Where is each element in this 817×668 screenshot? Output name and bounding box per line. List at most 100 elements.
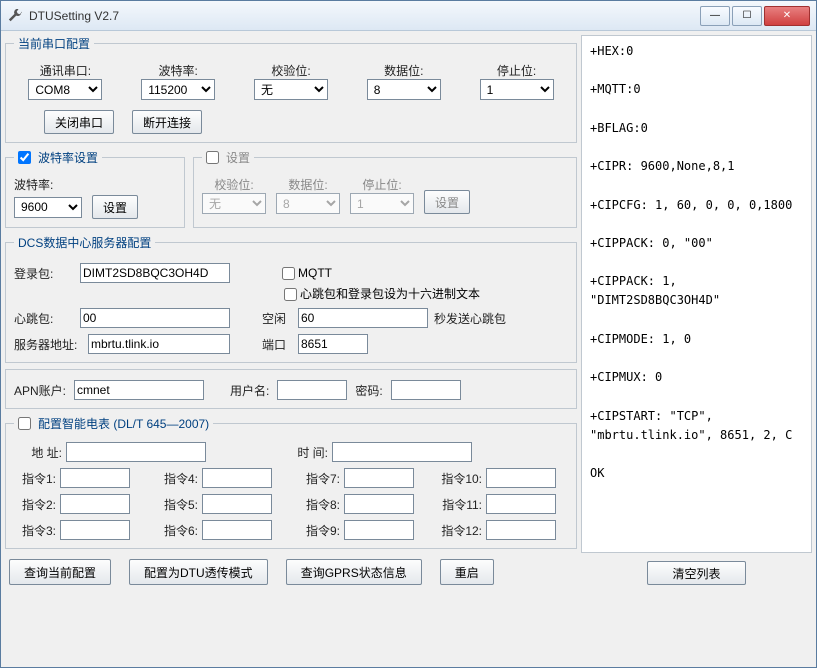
meter-addr-input[interactable] [66, 442, 206, 462]
meter-cmd-input-2[interactable] [60, 494, 130, 514]
heart-input[interactable] [80, 308, 230, 328]
close-serial-button[interactable]: 关闭串口 [44, 110, 114, 134]
meter-cmd-input-12[interactable] [486, 520, 556, 540]
meter-cmd-input-9[interactable] [344, 520, 414, 540]
meter-cmd-input-5[interactable] [202, 494, 272, 514]
meter-cmd-input-7[interactable] [344, 468, 414, 488]
meter-cmd-input-3[interactable] [60, 520, 130, 540]
meter-cmd-input-8[interactable] [344, 494, 414, 514]
stop-label: 停止位: [497, 62, 536, 79]
meter-cmd-label-12: 指令12: [440, 522, 482, 539]
titlebar: DTUSetting V2.7 — ☐ ✕ [1, 1, 816, 31]
clear-list-button[interactable]: 清空列表 [647, 561, 745, 585]
heart-label: 心跳包: [14, 310, 74, 327]
window-title: DTUSetting V2.7 [29, 9, 698, 23]
baud-set-group: 波特率设置 波特率: 9600 设置 [5, 149, 185, 228]
com-select[interactable]: COM8 [28, 79, 102, 100]
other-set-group: 设置 校验位: 无 数据位: 8 停止位: 1 设置 [193, 149, 577, 228]
apn-user-input[interactable] [277, 380, 347, 400]
meter-cmd-label-1: 指令1: [14, 470, 56, 487]
apn-group: APN账户: 用户名: 密码: [5, 369, 577, 409]
wrench-icon [7, 8, 23, 24]
login-label: 登录包: [14, 265, 74, 282]
data-label: 数据位: [384, 62, 423, 79]
meter-cmd-11: 指令11: [440, 494, 568, 514]
dcs-legend: DCS数据中心服务器配置 [14, 234, 155, 251]
meter-cmd-label-4: 指令4: [156, 470, 198, 487]
meter-cmd-label-3: 指令3: [14, 522, 56, 539]
meter-group: 配置智能电表 (DL/T 645—2007) 地 址: 时 间: 指令1:指令4… [5, 415, 577, 549]
apn-acct-input[interactable] [74, 380, 204, 400]
baudset-select[interactable]: 9600 [14, 197, 82, 218]
idle-suffix: 秒发送心跳包 [434, 310, 494, 327]
other-set-checkbox[interactable] [206, 151, 219, 164]
meter-cmd-9: 指令9: [298, 520, 426, 540]
baud-set-legend[interactable]: 波特率设置 [18, 149, 98, 166]
baudset-button[interactable]: 设置 [92, 195, 138, 219]
hex-checkbox-label[interactable]: 心跳包和登录包设为十六进制文本 [284, 285, 480, 302]
meter-cmd-input-1[interactable] [60, 468, 130, 488]
meter-cmd-label-9: 指令9: [298, 522, 340, 539]
meter-cmd-label-2: 指令2: [14, 496, 56, 513]
meter-legend[interactable]: 配置智能电表 (DL/T 645—2007) [18, 415, 209, 432]
meter-checkbox[interactable] [18, 417, 31, 430]
baud-set-checkbox[interactable] [18, 151, 31, 164]
query-gprs-button[interactable]: 查询GPRS状态信息 [286, 559, 422, 585]
meter-cmd-4: 指令4: [156, 468, 284, 488]
stop-select[interactable]: 1 [480, 79, 554, 100]
meter-cmd-label-6: 指令6: [156, 522, 198, 539]
maximize-button[interactable]: ☐ [732, 6, 762, 26]
meter-cmd-3: 指令3: [14, 520, 142, 540]
apn-pwd-input[interactable] [391, 380, 461, 400]
other-set-legend[interactable]: 设置 [206, 149, 250, 166]
data-select[interactable]: 8 [367, 79, 441, 100]
disconnect-button[interactable]: 断开连接 [132, 110, 202, 134]
port-label: 端口 [262, 336, 292, 353]
meter-cmd-input-6[interactable] [202, 520, 272, 540]
other-data-select: 8 [276, 193, 340, 214]
log-output: +HEX:0 +MQTT:0 +BFLAG:0 +CIPR: 9600,None… [581, 35, 812, 553]
login-input[interactable] [80, 263, 230, 283]
parity-label: 校验位: [271, 62, 310, 79]
meter-time-input[interactable] [332, 442, 472, 462]
close-button[interactable]: ✕ [764, 6, 810, 26]
meter-cmd-label-7: 指令7: [298, 470, 340, 487]
meter-cmd-6: 指令6: [156, 520, 284, 540]
reboot-button[interactable]: 重启 [440, 559, 494, 585]
meter-cmd-label-5: 指令5: [156, 496, 198, 513]
apn-acct-label: APN账户: [14, 382, 66, 399]
server-input[interactable] [88, 334, 230, 354]
dtu-mode-button[interactable]: 配置为DTU透传模式 [129, 559, 268, 585]
meter-cmd-input-10[interactable] [486, 468, 556, 488]
meter-cmd-label-11: 指令11: [440, 496, 482, 513]
apn-pwd-label: 密码: [355, 382, 382, 399]
meter-cmd-input-4[interactable] [202, 468, 272, 488]
meter-cmd-8: 指令8: [298, 494, 426, 514]
mqtt-checkbox-label[interactable]: MQTT [282, 266, 332, 280]
meter-cmd-label-8: 指令8: [298, 496, 340, 513]
minimize-button[interactable]: — [700, 6, 730, 26]
app-window: DTUSetting V2.7 — ☐ ✕ 当前串口配置 通讯串口: COM8 … [0, 0, 817, 668]
serial-config-group: 当前串口配置 通讯串口: COM8 波特率: 115200 校验位: 无 数据位… [5, 35, 577, 143]
other-parity-select: 无 [202, 193, 266, 214]
meter-cmd-2: 指令2: [14, 494, 142, 514]
idle-input[interactable] [298, 308, 428, 328]
other-stop-select: 1 [350, 193, 414, 214]
idle-label: 空闲 [262, 310, 292, 327]
port-input[interactable] [298, 334, 368, 354]
meter-cmd-label-10: 指令10: [440, 470, 482, 487]
server-label: 服务器地址: [14, 336, 82, 353]
baud-label: 波特率: [159, 62, 198, 79]
parity-select[interactable]: 无 [254, 79, 328, 100]
query-config-button[interactable]: 查询当前配置 [9, 559, 111, 585]
dcs-group: DCS数据中心服务器配置 登录包: MQTT 心跳包和登录包设为十六进制文本 心… [5, 234, 577, 363]
baud-select[interactable]: 115200 [141, 79, 215, 100]
meter-cmd-input-11[interactable] [486, 494, 556, 514]
meter-cmd-5: 指令5: [156, 494, 284, 514]
other-set-button: 设置 [424, 190, 470, 214]
hex-checkbox[interactable] [284, 288, 297, 301]
serial-legend: 当前串口配置 [14, 35, 94, 52]
baudset-label: 波特率: [14, 176, 53, 193]
mqtt-checkbox[interactable] [282, 267, 295, 280]
meter-cmd-1: 指令1: [14, 468, 142, 488]
